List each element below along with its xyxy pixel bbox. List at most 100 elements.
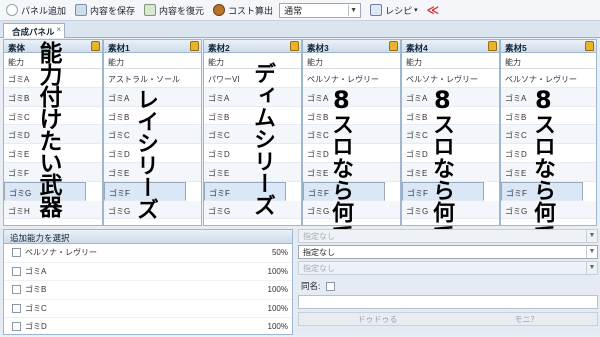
chevron-down-icon: ▼ (348, 4, 358, 16)
table-row[interactable]: ペルソナ・レヴリー (402, 69, 499, 88)
lock-icon[interactable] (488, 41, 497, 51)
coin-bag-icon (213, 4, 226, 16)
ability-checkbox[interactable] (12, 322, 21, 332)
mode-select[interactable]: 通常 ▼ (279, 2, 362, 18)
material-grid-0: 素体 能力 ゴミA ゴミB ゴミC ゴミD ゴミE ゴミF ゴミG ゴミH (3, 39, 103, 226)
table-row[interactable]: ゴミA (104, 87, 201, 107)
tab-bar: 合成パネル × (0, 21, 600, 38)
table-row[interactable]: ゴミA (303, 87, 400, 107)
lock-icon[interactable] (389, 41, 398, 51)
ability-checkbox[interactable] (12, 266, 21, 276)
list-item[interactable]: ゴミD 100% (4, 318, 292, 337)
table-row[interactable]: ゴミH (4, 200, 102, 220)
table-row[interactable]: ゴミF (204, 181, 286, 201)
table-row[interactable]: ゴミD (303, 144, 400, 163)
grid-subheader: 能力 (204, 53, 301, 69)
moni-button[interactable]: モニ？ (515, 314, 539, 325)
table-row[interactable]: ゴミB (204, 107, 301, 126)
table-row[interactable]: ゴミE (303, 162, 400, 182)
table-row[interactable]: ゴミG (4, 181, 86, 201)
cost-button[interactable]: コスト算出 (210, 2, 276, 19)
restore-button[interactable]: 内容を復元 (141, 2, 207, 19)
toolbar: パネル追加 内容を保存 内容を復元 コスト算出 通常 ▼ レシピ ▾ ≪ (0, 0, 600, 21)
action-buttons: ドゥドゥる モニ？ (298, 312, 598, 326)
ability-checkbox[interactable] (12, 303, 21, 313)
bottom-area: 追加能力を選択 ペルソナ・レヴリー 50% ゴミA 100% ゴミB 100% ゴミC 100… (0, 229, 600, 337)
table-row[interactable]: ゴミF (4, 162, 102, 182)
option-select-2[interactable]: 指定なし ▼ (298, 245, 598, 259)
ability-checkbox[interactable] (12, 285, 21, 295)
table-row[interactable]: ゴミB (4, 87, 102, 107)
table-row[interactable]: ゴミD (4, 125, 102, 145)
lock-icon[interactable] (91, 41, 100, 51)
material-grid-5: 素材5 能力 ペルソナ・レヴリー ゴミA ゴミB ゴミC ゴミD ゴミE ゴミF ゴミG (500, 39, 597, 226)
table-row[interactable]: ゴミA (204, 87, 301, 107)
table-row[interactable]: ゴミF (303, 181, 385, 201)
table-row[interactable]: ゴミE (402, 162, 499, 182)
option-panel: 指定なし ▼ 指定なし ▼ 指定なし ▼ 同名: ドゥドゥる モニ？ (298, 229, 598, 335)
grid-header: 素材1 (104, 40, 201, 53)
table-row[interactable]: ゴミG (303, 200, 400, 220)
table-row[interactable]: ゴミC (402, 125, 499, 145)
name-input[interactable] (298, 295, 598, 309)
close-icon[interactable]: × (56, 25, 61, 34)
grid-subheader: 能力 (4, 53, 102, 69)
table-row[interactable]: ゴミB (303, 107, 400, 126)
table-row[interactable]: ゴミE (501, 162, 596, 182)
table-row[interactable]: ゴミC (501, 125, 596, 145)
grid-header: 素体 (4, 40, 102, 53)
table-row[interactable]: ゴミB (501, 107, 596, 126)
table-row[interactable]: ゴミA (4, 69, 102, 88)
list-item[interactable]: ペルソナ・レヴリー 50% (4, 244, 292, 263)
table-row[interactable]: ゴミC (4, 107, 102, 126)
table-row[interactable]: ゴミA (402, 87, 499, 107)
save-icon (75, 4, 88, 16)
table-row[interactable]: パワーVI (204, 69, 301, 88)
table-row[interactable]: ゴミC (204, 125, 301, 145)
material-grid-3: 素材3 能力 ペルソナ・レヴリー ゴミA ゴミB ゴミC ゴミD ゴミE ゴミF ゴミG (302, 39, 401, 226)
list-item[interactable]: ゴミC 100% (4, 300, 292, 318)
save-button[interactable]: 内容を保存 (72, 2, 138, 19)
table-row[interactable]: ゴミF (402, 181, 484, 201)
table-row[interactable]: ゴミG (104, 200, 201, 220)
table-row[interactable]: ゴミD (204, 144, 301, 163)
table-row[interactable]: ゴミG (402, 200, 499, 220)
chevron-down-icon: ▼ (586, 246, 597, 258)
table-row[interactable]: ゴミB (104, 107, 201, 126)
table-row[interactable]: ゴミD (501, 144, 596, 163)
add-panel-button[interactable]: パネル追加 (3, 2, 69, 19)
lock-icon[interactable] (585, 41, 594, 51)
table-row[interactable]: ゴミC (104, 125, 201, 145)
table-row[interactable]: ゴミB (402, 107, 499, 126)
grid-subheader: 能力 (303, 53, 400, 69)
table-row[interactable]: ゴミE (4, 144, 102, 163)
table-row[interactable]: ゴミF (104, 181, 186, 201)
table-row[interactable]: ゴミC (303, 125, 400, 145)
same-name-checkbox[interactable] (326, 281, 336, 291)
recipe-button[interactable]: レシピ ▾ (367, 2, 421, 19)
option-select-3[interactable]: 指定なし ▼ (298, 261, 598, 275)
table-row[interactable]: ゴミA (501, 87, 596, 107)
tab-synthesis-panel[interactable]: 合成パネル × (3, 23, 65, 38)
table-row[interactable]: ペルソナ・レヴリー (501, 69, 596, 88)
chevron-down-icon: ▼ (586, 230, 597, 242)
table-row[interactable]: ゴミE (104, 162, 201, 182)
chevron-down-icon: ▼ (586, 262, 597, 274)
option-select-1[interactable]: 指定なし ▼ (298, 229, 598, 243)
lock-icon[interactable] (290, 41, 299, 51)
table-row[interactable]: ゴミD (104, 144, 201, 163)
dudu-button[interactable]: ドゥドゥる (358, 314, 398, 325)
list-item[interactable]: ゴミA 100% (4, 263, 292, 281)
share-icon[interactable]: ≪ (424, 2, 443, 19)
table-row[interactable]: ペルソナ・レヴリー (303, 69, 400, 88)
table-row[interactable]: ゴミE (204, 162, 301, 182)
ability-checkbox[interactable] (12, 248, 21, 258)
list-item[interactable]: ゴミB 100% (4, 281, 292, 300)
lock-icon[interactable] (190, 41, 199, 51)
table-row[interactable]: ゴミF (501, 181, 583, 201)
table-row[interactable]: ゴミG (501, 200, 596, 220)
table-row[interactable]: アストラル・ソール (104, 69, 201, 88)
table-row[interactable]: ゴミD (402, 144, 499, 163)
table-row[interactable]: ゴミG (204, 200, 301, 220)
additional-ability-panel: 追加能力を選択 ペルソナ・レヴリー 50% ゴミA 100% ゴミB 100% ゴミC 100… (3, 229, 293, 337)
